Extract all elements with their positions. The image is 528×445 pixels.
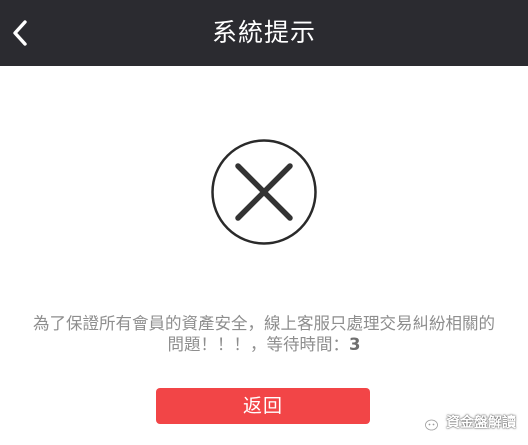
close-circle-icon: [211, 139, 317, 245]
navigation-bar: 系統提示: [0, 0, 528, 66]
notice-message-line-2: 問題！！！，等待時間：3: [0, 334, 528, 355]
return-button[interactable]: 返回: [156, 388, 370, 424]
watermark-text: 資金盤解讀: [446, 415, 516, 431]
page-title: 系統提示: [211, 18, 316, 47]
notice-message: 為了保證所有會員的資產安全，線上客服只處理交易糾紛相關的 問題！！！，等待時間：…: [0, 313, 528, 355]
wechat-icon: [417, 412, 438, 431]
watermark: 資金盤解讀: [416, 410, 516, 434]
notice-message-line-1: 為了保證所有會員的資產安全，線上客服只處理交易糾紛相關的: [33, 314, 495, 333]
notice-message-text: 問題！！！，等待時間：: [167, 335, 350, 354]
countdown-value: 3: [349, 335, 361, 354]
